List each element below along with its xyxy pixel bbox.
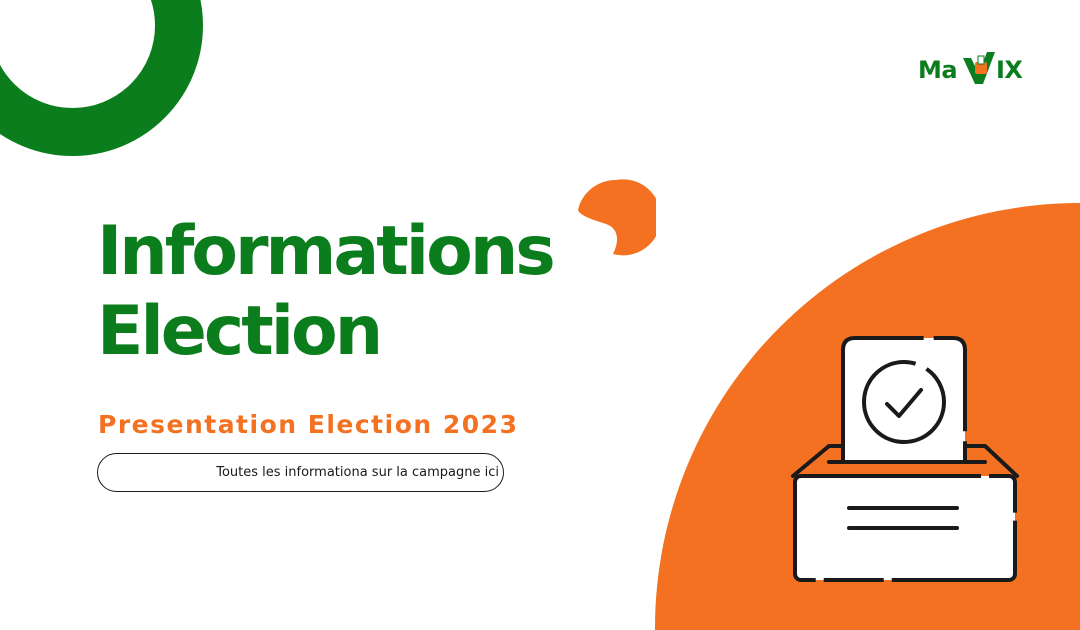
logo-text-ix: IX [996,56,1023,84]
campaign-info-label: Toutes les informationa sur la campagne … [216,465,499,480]
ma-voix-logo: Ma IX [918,46,1048,90]
orange-blob-decoration [578,179,656,256]
green-ring-decoration [0,0,203,156]
checkmark-ballot-v-icon [963,52,995,84]
campaign-info-button[interactable]: Toutes les informationa sur la campagne … [97,453,504,492]
title-line-1: Informations [97,212,556,291]
page-title: Informations Election [97,212,556,372]
logo-text-ma: Ma [918,56,958,84]
ballot-box-icon [791,336,1019,582]
title-line-2: Election [97,292,383,371]
subtitle: Presentation Election 2023 [98,410,519,439]
banner: Ma IX Informations Election Presentation… [0,0,1080,630]
